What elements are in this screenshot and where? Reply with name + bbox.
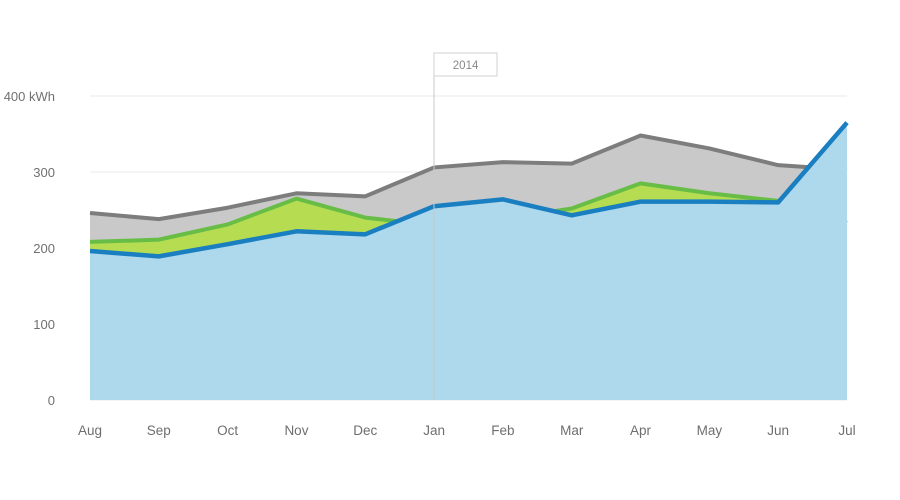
x-axis-tick-labels: Aug Sep Oct Nov Dec Jan Feb Mar Apr May Jun Jul: [78, 423, 856, 438]
x-tick-label-may: May: [697, 423, 723, 438]
series-areas-group: [89, 121, 849, 400]
x-tick-label-nov: Nov: [284, 423, 308, 438]
x-tick-label-jun: Jun: [767, 423, 789, 438]
y-tick-label-200: 200: [33, 241, 55, 256]
x-tick-label-jan: Jan: [423, 423, 445, 438]
x-tick-label-mar: Mar: [560, 423, 584, 438]
x-tick-label-aug: Aug: [78, 423, 102, 438]
y-axis-tick-labels: 400 kWh 300 200 100 0: [4, 89, 55, 408]
x-tick-label-oct: Oct: [217, 423, 238, 438]
y-tick-label-0: 0: [48, 393, 55, 408]
energy-usage-area-chart: 400 kWh 300 200 100 0 2014 Aug Sep Oct N…: [0, 0, 900, 500]
chart-canvas: 400 kWh 300 200 100 0 2014 Aug Sep Oct N…: [4, 52, 856, 438]
y-tick-label-100: 100: [33, 317, 55, 332]
x-tick-label-feb: Feb: [491, 423, 514, 438]
x-tick-label-apr: Apr: [630, 423, 652, 438]
x-tick-label-jul: Jul: [838, 423, 855, 438]
x-tick-label-dec: Dec: [353, 423, 377, 438]
y-tick-label-300: 300: [33, 165, 55, 180]
y-tick-label-400: 400 kWh: [4, 89, 55, 104]
year-label-text: 2014: [453, 60, 479, 72]
x-tick-label-sep: Sep: [147, 423, 171, 438]
